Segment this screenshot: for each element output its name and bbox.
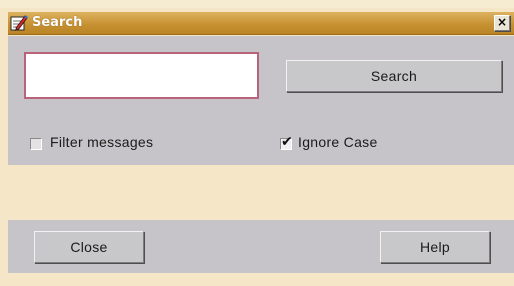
titlebar[interactable]: Search × [8,12,514,35]
search-button[interactable]: Search [286,60,502,92]
filter-messages-checkbox[interactable] [30,138,42,150]
window-title: Search [32,15,83,30]
checkmark-icon: ✔ [281,134,293,150]
bottom-strip [8,273,514,286]
spacer-strip [8,165,514,220]
search-input[interactable] [24,52,259,99]
close-icon: × [496,15,508,29]
search-panel: Search Filter messages ✔ Ignore Case [8,36,514,165]
edit-pencil-icon [10,14,28,32]
close-window-button[interactable]: × [494,15,510,31]
search-dialog: Search × Search Filter messages ✔ Ignore… [0,0,514,286]
close-button[interactable]: Close [34,231,144,263]
button-panel: Close Help [8,220,514,273]
top-strip [0,0,514,8]
ignore-case-label: Ignore Case [298,134,378,150]
ignore-case-checkbox[interactable]: ✔ [280,134,293,150]
filter-messages-label: Filter messages [50,134,154,150]
help-button[interactable]: Help [380,231,490,263]
